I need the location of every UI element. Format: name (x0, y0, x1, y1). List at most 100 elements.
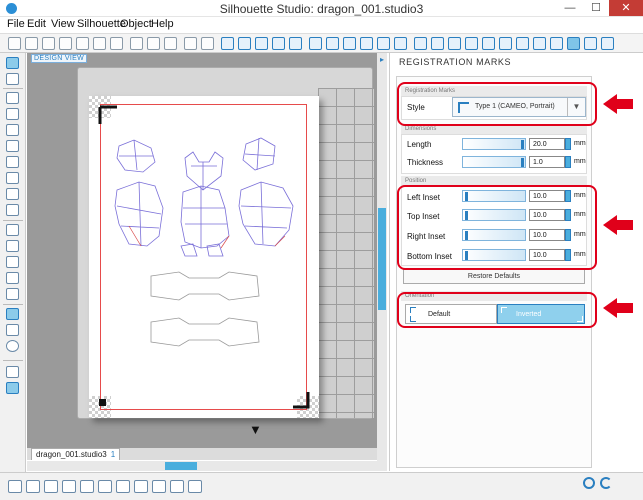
deselect-icon[interactable] (26, 480, 40, 493)
layout-single-icon[interactable] (6, 366, 19, 378)
fill-color-icon[interactable] (309, 37, 322, 50)
bring-to-front-icon[interactable] (152, 480, 166, 493)
arc-tool-icon[interactable] (6, 188, 19, 200)
close-button[interactable]: ✕ (609, 0, 643, 16)
menu-help[interactable]: Help (151, 18, 174, 30)
smooth-freehand-icon[interactable] (6, 224, 19, 236)
menu-bar: File Edit View Silhouette Object Help (0, 17, 643, 33)
save-as-icon[interactable] (76, 37, 89, 50)
zoom-drag-icon[interactable] (272, 37, 285, 50)
make-compound-icon[interactable] (116, 480, 130, 493)
thickness-slider[interactable] (462, 156, 526, 168)
design-view-icon[interactable] (6, 308, 19, 320)
print-cut-icon[interactable] (110, 37, 123, 50)
grid-settings-icon[interactable] (584, 37, 597, 50)
edit-points-icon[interactable] (6, 73, 19, 85)
print-icon[interactable] (93, 37, 106, 50)
settings-gear-icon[interactable] (583, 477, 595, 489)
fill-pattern-icon[interactable] (343, 37, 356, 50)
menu-view[interactable]: View (51, 18, 75, 30)
registration-marks-icon[interactable] (567, 37, 580, 50)
online-store-icon[interactable] (6, 340, 19, 352)
freehand-tool-icon[interactable] (6, 204, 19, 216)
polygon-tool-icon[interactable] (6, 156, 19, 168)
line-style-icon[interactable] (360, 37, 373, 50)
main-toolbar (0, 33, 643, 53)
length-stepper[interactable] (565, 138, 571, 150)
horizontal-scrollbar[interactable] (27, 461, 377, 471)
open-icon[interactable] (25, 37, 38, 50)
panel-collapse-icon[interactable]: ▸ (380, 55, 384, 64)
transform-icon[interactable] (431, 37, 444, 50)
rounded-rectangle-icon[interactable] (6, 124, 19, 136)
replicate-icon[interactable] (448, 37, 461, 50)
shape-tool-icon[interactable] (6, 240, 19, 252)
length-slider[interactable] (462, 138, 526, 150)
layout-split-icon[interactable] (6, 382, 19, 394)
document-tab[interactable]: dragon_001.studio3 1 (31, 448, 121, 460)
group-icon[interactable] (80, 480, 94, 493)
offset-icon[interactable] (482, 37, 495, 50)
maximize-button[interactable]: ☐ (583, 0, 609, 16)
send-to-silhouette-icon[interactable] (550, 37, 563, 50)
zoom-in-icon[interactable] (238, 37, 251, 50)
undo-icon[interactable] (184, 37, 197, 50)
minimize-button[interactable]: — (557, 0, 583, 16)
menu-file[interactable]: File (7, 18, 25, 30)
knife-tool-icon[interactable] (6, 288, 19, 300)
select-tool-icon[interactable] (6, 57, 19, 69)
line-color-icon[interactable] (377, 37, 390, 50)
thickness-input[interactable]: 1.0 (529, 156, 565, 168)
send-to-back-icon[interactable] (170, 480, 184, 493)
cut-settings-icon[interactable] (533, 37, 546, 50)
paste-icon[interactable] (164, 37, 177, 50)
slider-knob[interactable] (521, 158, 524, 167)
trace-icon[interactable] (499, 37, 512, 50)
title-bar: Silhouette Studio: dragon_001.studio3 — … (0, 0, 643, 17)
load-mat-arrow-icon[interactable]: ▼ (249, 422, 262, 437)
restore-defaults-button[interactable]: Restore Defaults (403, 269, 585, 284)
annotation-highlight-style (397, 82, 597, 126)
menu-silhouette[interactable]: Silhouette (77, 18, 126, 30)
select-all-icon[interactable] (8, 480, 22, 493)
modify-icon[interactable] (465, 37, 478, 50)
copy-icon[interactable] (147, 37, 160, 50)
vertical-scrollbar[interactable] (377, 53, 387, 471)
zoom-out-icon[interactable] (255, 37, 268, 50)
line-tool-icon[interactable] (6, 92, 19, 104)
zoom-fit-icon[interactable] (289, 37, 302, 50)
redo-icon[interactable] (201, 37, 214, 50)
release-compound-icon[interactable] (134, 480, 148, 493)
curve-tool-icon[interactable] (6, 172, 19, 184)
duplicate-icon[interactable] (44, 480, 58, 493)
pan-hand-icon[interactable] (221, 37, 234, 50)
vertical-scroll-thumb[interactable] (378, 208, 386, 310)
menu-object[interactable]: Object (120, 18, 152, 30)
length-input[interactable]: 20.0 (529, 138, 565, 150)
gradient-icon[interactable] (326, 37, 339, 50)
horizontal-scroll-thumb[interactable] (165, 462, 197, 470)
thickness-stepper[interactable] (565, 156, 571, 168)
text-tool-icon[interactable] (6, 256, 19, 268)
line-width-icon[interactable] (394, 37, 407, 50)
text-style-icon[interactable] (414, 37, 427, 50)
eraser-tool-icon[interactable] (6, 272, 19, 284)
library-icon[interactable] (6, 324, 19, 336)
ellipse-tool-icon[interactable] (6, 140, 19, 152)
cut-icon[interactable] (130, 37, 143, 50)
annotation-highlight-orientation (397, 292, 597, 328)
delete-icon[interactable] (62, 480, 76, 493)
new-document-icon[interactable] (8, 37, 21, 50)
annotation-highlight-position (397, 185, 597, 270)
refresh-icon[interactable] (600, 477, 612, 489)
weld-icon[interactable] (188, 480, 202, 493)
page-setup-icon[interactable] (516, 37, 529, 50)
slider-knob[interactable] (521, 140, 524, 149)
ungroup-icon[interactable] (98, 480, 112, 493)
menu-edit[interactable]: Edit (27, 18, 46, 30)
rectangle-tool-icon[interactable] (6, 108, 19, 120)
open-recent-icon[interactable] (42, 37, 55, 50)
preferences-icon[interactable] (601, 37, 614, 50)
document-tab-name: dragon_001.studio3 (36, 450, 107, 459)
save-icon[interactable] (59, 37, 72, 50)
